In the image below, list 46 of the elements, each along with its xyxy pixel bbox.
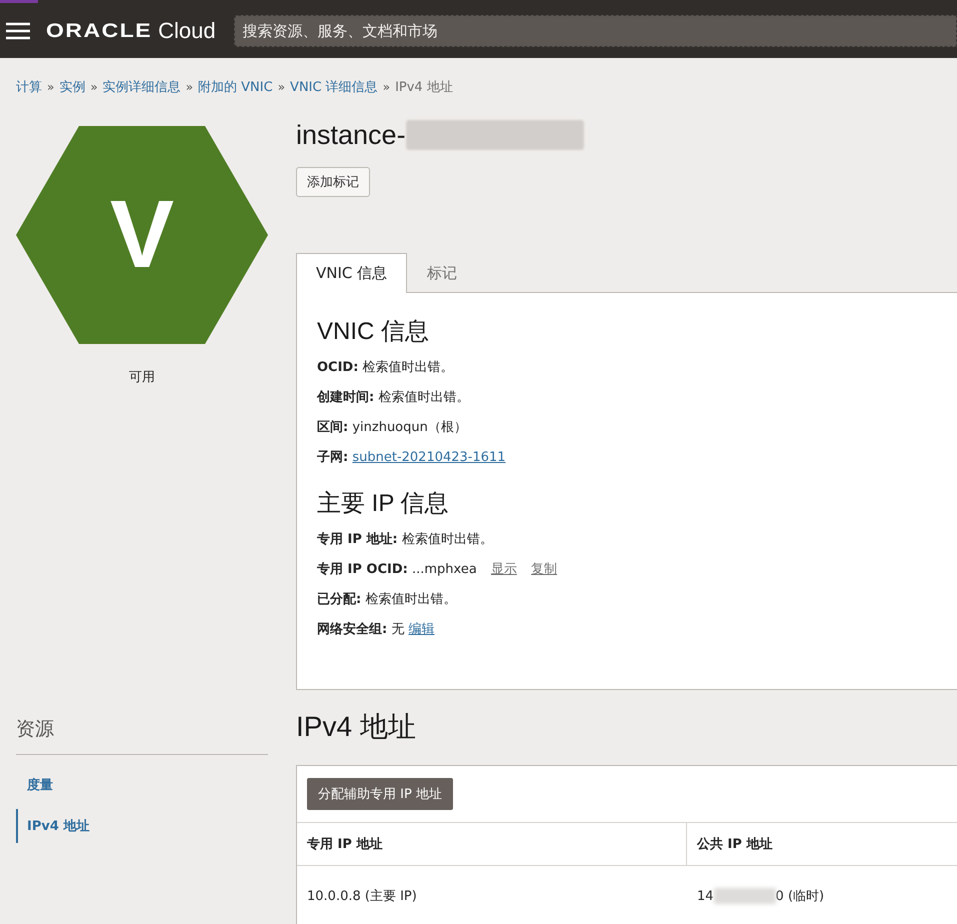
breadcrumb-link[interactable]: 实例详细信息 xyxy=(102,78,181,96)
breadcrumb-separator: » xyxy=(278,80,286,94)
column-header: 公共 IP 地址 xyxy=(687,823,957,866)
breadcrumb-link[interactable]: 实例 xyxy=(59,78,86,96)
action-link[interactable]: 复制 xyxy=(531,562,558,577)
status-label: 可用 xyxy=(129,369,155,386)
field-text: 已分配: 检索值时出错。 xyxy=(317,592,456,607)
section-heading: 主要 IP 信息 xyxy=(317,489,450,519)
field-text: 区间: yinzhuoqun（根） xyxy=(317,420,467,435)
ip-text: 0 (临时) xyxy=(776,888,824,905)
breadcrumb-link[interactable]: 附加的 VNIC xyxy=(198,78,273,96)
breadcrumb-separator: » xyxy=(186,80,194,94)
blurred-area xyxy=(714,888,776,904)
tab[interactable]: VNIC 信息 xyxy=(296,253,408,293)
add-tag-button[interactable]: 添加标记 xyxy=(296,167,370,197)
product-name: Cloud xyxy=(158,18,216,44)
breadcrumb-current: IPv4 地址 xyxy=(395,79,453,96)
field-text: OCID: 检索值时出错。 xyxy=(317,360,454,375)
breadcrumb-link[interactable]: VNIC 详细信息 xyxy=(290,78,378,96)
field-text: 子网: xyxy=(317,450,348,465)
ip-text: 14 xyxy=(697,888,714,904)
field-text: 专用 IP 地址: 检索值时出错。 xyxy=(317,532,493,547)
action-link[interactable]: 显示 xyxy=(490,562,517,577)
brand-logo[interactable]: ORACLE xyxy=(46,19,152,42)
breadcrumb-separator: » xyxy=(382,80,390,94)
field-text: 创建时间: 检索值时出错。 xyxy=(317,390,470,405)
search-field[interactable]: 搜索资源、服务、文档和市场 xyxy=(234,14,957,46)
sidebar-item[interactable]: IPv4 地址 xyxy=(16,809,98,843)
field-text: 网络安全组: 无 xyxy=(317,622,404,637)
tab[interactable]: 标记 xyxy=(407,253,478,293)
menu-icon[interactable] xyxy=(6,22,30,40)
field-text: 专用 IP OCID: ...mphxea xyxy=(317,562,477,577)
breadcrumb-link[interactable]: 计算 xyxy=(16,78,42,96)
breadcrumb-separator: » xyxy=(90,80,98,94)
assign-ip-button[interactable]: 分配辅助专用 IP 地址 xyxy=(307,778,453,810)
section-heading: IPv4 地址 xyxy=(296,710,417,744)
instance-title: instance- xyxy=(296,120,406,150)
breadcrumb-separator: » xyxy=(47,80,54,94)
section-heading: VNIC 信息 xyxy=(317,317,430,347)
field-link[interactable]: 编辑 xyxy=(408,622,434,637)
resources-heading: 资源 xyxy=(16,716,268,755)
column-header: 专用 IP 地址 xyxy=(297,823,687,866)
table-cell: 10.0.0.8 (主要 IP) xyxy=(297,866,687,924)
field-link[interactable]: subnet-20210423-1611 xyxy=(352,450,506,465)
sidebar-item[interactable]: 度量 xyxy=(16,773,62,797)
status-hexagon: V xyxy=(16,126,268,344)
